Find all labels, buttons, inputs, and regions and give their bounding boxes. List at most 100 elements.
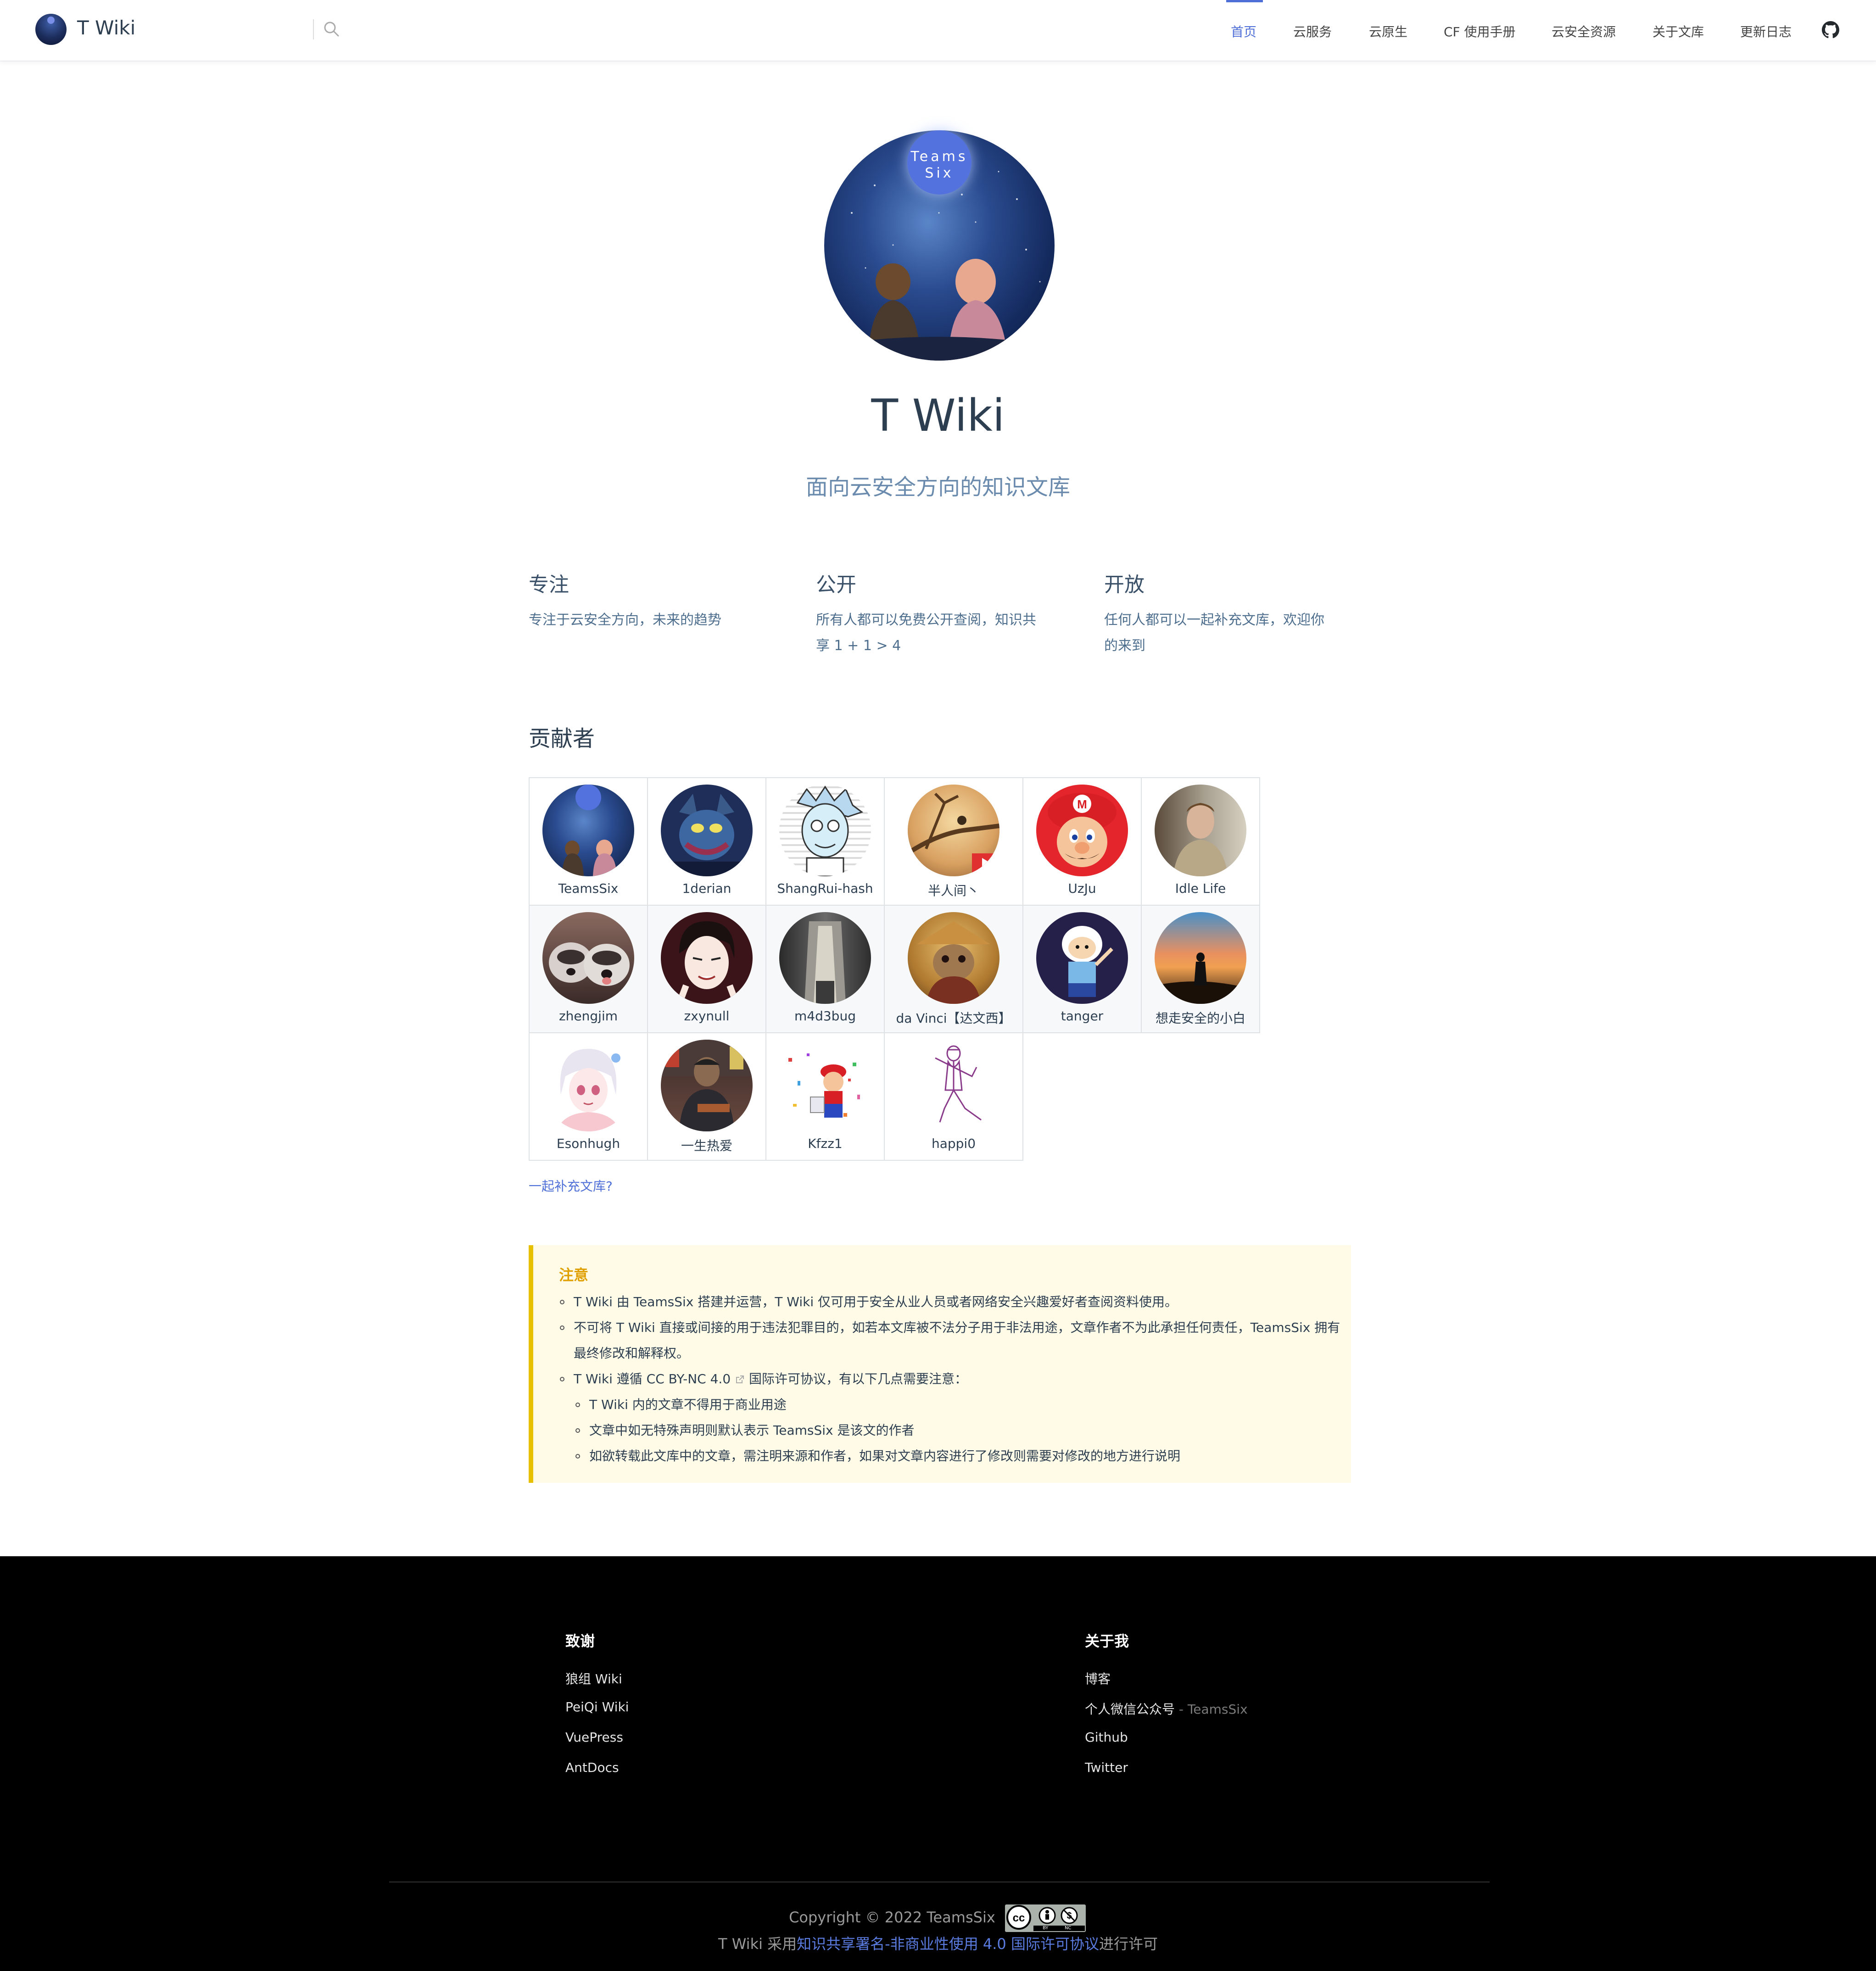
contributor-name: da Vinci【达文西】 xyxy=(896,1011,1011,1026)
bullet-icon xyxy=(575,1403,580,1407)
search-icon[interactable] xyxy=(323,20,341,39)
contributor-name: zhengjim xyxy=(558,1008,618,1024)
badge-line-1: Teams xyxy=(910,149,968,165)
cc-nc-label: NC xyxy=(1064,1926,1072,1931)
svg-text:cc: cc xyxy=(1013,1912,1025,1924)
badge-line-2: Six xyxy=(925,165,954,181)
footer-link[interactable]: PeiQi Wiki xyxy=(565,1699,629,1715)
feature-title: 专注 xyxy=(529,573,569,596)
contributor-avatar xyxy=(661,1040,753,1131)
license-suffix: 进行许可 xyxy=(1099,1935,1158,1953)
contributor-card[interactable]: da Vinci【达文西】 xyxy=(884,905,1023,1033)
hero-teamssix-badge: Teams Six xyxy=(907,130,972,195)
contributor-card[interactable]: Kfzz1 xyxy=(765,1032,885,1161)
site-name[interactable]: T Wiki xyxy=(77,17,135,39)
external-link-icon[interactable] xyxy=(735,1375,745,1385)
contributor-avatar xyxy=(1155,912,1246,1004)
footer-link-wechat[interactable]: 个人微信公众号 - TeamsSix xyxy=(1085,1699,1248,1718)
nav-changelog[interactable]: 更新日志 xyxy=(1740,22,1792,40)
contributor-avatar xyxy=(542,1040,634,1131)
notice-item: T Wiki 由 TeamsSix 搭建并运营，T Wiki 仅可用于安全从业人… xyxy=(574,1294,1178,1309)
navbar: T Wiki 首页 云服务 云原生 CF 使用手册 云安全资源 关于文库 更新日… xyxy=(0,0,1876,61)
notice-subitem: T Wiki 内的文章不得用于商业用途 xyxy=(589,1397,787,1412)
footer-link[interactable]: VuePress xyxy=(565,1730,623,1745)
contributor-avatar xyxy=(908,912,999,1004)
contributor-avatar xyxy=(661,785,753,876)
contributor-avatar xyxy=(661,912,753,1004)
contributor-card[interactable]: M UzJu xyxy=(1022,777,1142,906)
footer-thanks-title: 致谢 xyxy=(565,1632,595,1650)
site-logo[interactable] xyxy=(35,14,67,45)
notice-item: T Wiki 遵循 CC BY-NC 4.0 国际许可协议，有以下几点需要注意： xyxy=(574,1369,967,1387)
footer-link[interactable]: 狼组 Wiki xyxy=(565,1669,622,1687)
nav-cloud-security-resources[interactable]: 云安全资源 xyxy=(1552,22,1616,40)
contribute-link[interactable]: 一起补充文库? xyxy=(529,1176,613,1195)
contributor-card[interactable]: zhengjim xyxy=(529,905,648,1033)
notice-item: 不可将 T Wiki 直接或间接的用于违法犯罪目的，如若本文库被不法分子用于非法… xyxy=(574,1320,1340,1335)
contributor-card[interactable]: 想走安全的小白 xyxy=(1141,905,1260,1033)
nav-cf-manual[interactable]: CF 使用手册 xyxy=(1444,22,1516,40)
feature-title: 公开 xyxy=(816,573,856,596)
cc-license-badge[interactable]: cc $ BY NC xyxy=(1003,1903,1087,1933)
footer-link-blog[interactable]: 博客 xyxy=(1085,1669,1111,1687)
notice-license-text: T Wiki 遵循 CC BY-NC 4.0 xyxy=(574,1371,731,1386)
feature-open-access: 公开 所有人都可以免费公开查阅，知识共享 1 + 1 > 4 xyxy=(816,568,1073,659)
feature-focus: 专注 专注于云安全方向，未来的趋势 xyxy=(529,568,786,633)
contributor-name: 半人间丶 xyxy=(927,883,979,898)
license-line: T Wiki 采用知识共享署名-非商业性使用 4.0 国际许可协议进行许可 xyxy=(0,1932,1876,1954)
nav-active-indicator xyxy=(1226,0,1263,2)
nav-cloud-native[interactable]: 云原生 xyxy=(1369,22,1407,40)
license-link[interactable]: 知识共享署名-非商业性使用 4.0 国际许可协议 xyxy=(797,1935,1099,1953)
github-icon[interactable] xyxy=(1822,21,1839,39)
notice-title: 注意 xyxy=(559,1266,589,1284)
contributors-title: 贡献者 xyxy=(529,726,595,752)
contributor-avatar xyxy=(779,912,871,1004)
feature-open-contribution: 开放 任何人都可以一起补充文库，欢迎你 的来到 xyxy=(1104,568,1361,659)
nav-about[interactable]: 关于文库 xyxy=(1653,22,1704,40)
contributor-card[interactable]: 一生热爱 xyxy=(647,1032,766,1161)
contributor-card[interactable]: 半人间丶 xyxy=(884,777,1023,906)
copyright: Copyright © 2022 TeamsSix cc $ BY NC xyxy=(0,1903,1876,1933)
contributor-card[interactable]: Esonhugh xyxy=(529,1032,648,1161)
feature-text: 专注于云安全方向，未来的趋势 xyxy=(529,612,721,628)
contributor-card[interactable]: m4d3bug xyxy=(765,905,885,1033)
contributor-name: Kfzz1 xyxy=(808,1136,843,1151)
nav-cloud-services[interactable]: 云服务 xyxy=(1293,22,1332,40)
contributor-name: UzJu xyxy=(1068,881,1096,896)
footer-link-github[interactable]: Github xyxy=(1085,1730,1128,1745)
cc-by-label: BY xyxy=(1042,1926,1049,1931)
notice-item-continued: 最终修改和解释权。 xyxy=(574,1346,690,1361)
bullet-icon xyxy=(575,1428,580,1433)
feature-title: 开放 xyxy=(1104,573,1145,596)
contributor-name: happi0 xyxy=(931,1136,976,1151)
contributor-name: Esonhugh xyxy=(556,1136,620,1151)
contributor-card[interactable]: tanger xyxy=(1022,905,1142,1033)
notice-license-suffix: 国际许可协议，有以下几点需要注意： xyxy=(748,1371,967,1386)
notice-subitem: 文章中如无特殊声明则默认表示 TeamsSix 是该文的作者 xyxy=(589,1423,915,1438)
footer-wechat-label: 个人微信公众号 xyxy=(1085,1702,1175,1717)
contributor-card[interactable]: Idle Life xyxy=(1141,777,1260,906)
contributor-card[interactable]: ShangRui-hash xyxy=(765,777,885,906)
contributor-name: 想走安全的小白 xyxy=(1155,1011,1245,1026)
footer-link[interactable]: AntDocs xyxy=(565,1760,619,1775)
footer-about-title: 关于我 xyxy=(1085,1632,1129,1650)
license-prefix: T Wiki 采用 xyxy=(718,1935,797,1953)
hero-title: T Wiki xyxy=(871,390,1005,441)
footer-wechat-sub: - TeamsSix xyxy=(1178,1702,1248,1717)
contributor-card[interactable]: zxynull xyxy=(647,905,766,1033)
notice-box: 注意 T Wiki 由 TeamsSix 搭建并运营，T Wiki 仅可用于安全… xyxy=(529,1245,1351,1483)
contributor-avatar xyxy=(779,1040,871,1131)
feature-text-2: 的来到 xyxy=(1104,638,1145,654)
bullet-icon xyxy=(560,1325,564,1330)
footer-link-twitter[interactable]: Twitter xyxy=(1085,1760,1128,1775)
contributor-card[interactable]: happi0 xyxy=(884,1032,1023,1161)
hero-description: 面向云安全方向的知识文库 xyxy=(805,474,1070,500)
contributor-name: m4d3bug xyxy=(794,1008,856,1024)
bullet-icon xyxy=(560,1300,564,1304)
contributor-avatar xyxy=(779,785,871,876)
contributor-card[interactable]: TeamsSix xyxy=(529,777,648,906)
contributor-card[interactable]: 1derian xyxy=(647,777,766,906)
nav-home[interactable]: 首页 xyxy=(1231,22,1256,40)
contributor-avatar xyxy=(908,1040,999,1131)
bullet-icon xyxy=(575,1454,580,1459)
